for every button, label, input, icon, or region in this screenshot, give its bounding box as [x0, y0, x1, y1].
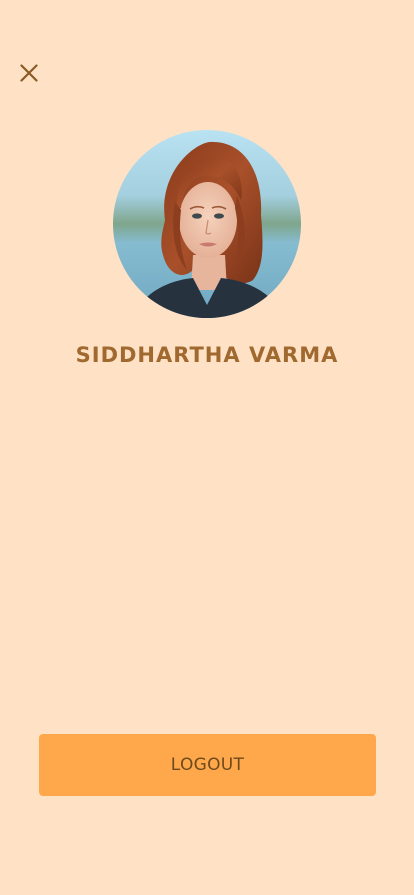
- close-icon: [20, 64, 38, 86]
- close-button[interactable]: [14, 60, 44, 90]
- logout-button[interactable]: LOGOUT: [39, 734, 376, 796]
- avatar: [113, 130, 301, 318]
- user-name: SIDDHARTHA VARMA: [75, 343, 339, 367]
